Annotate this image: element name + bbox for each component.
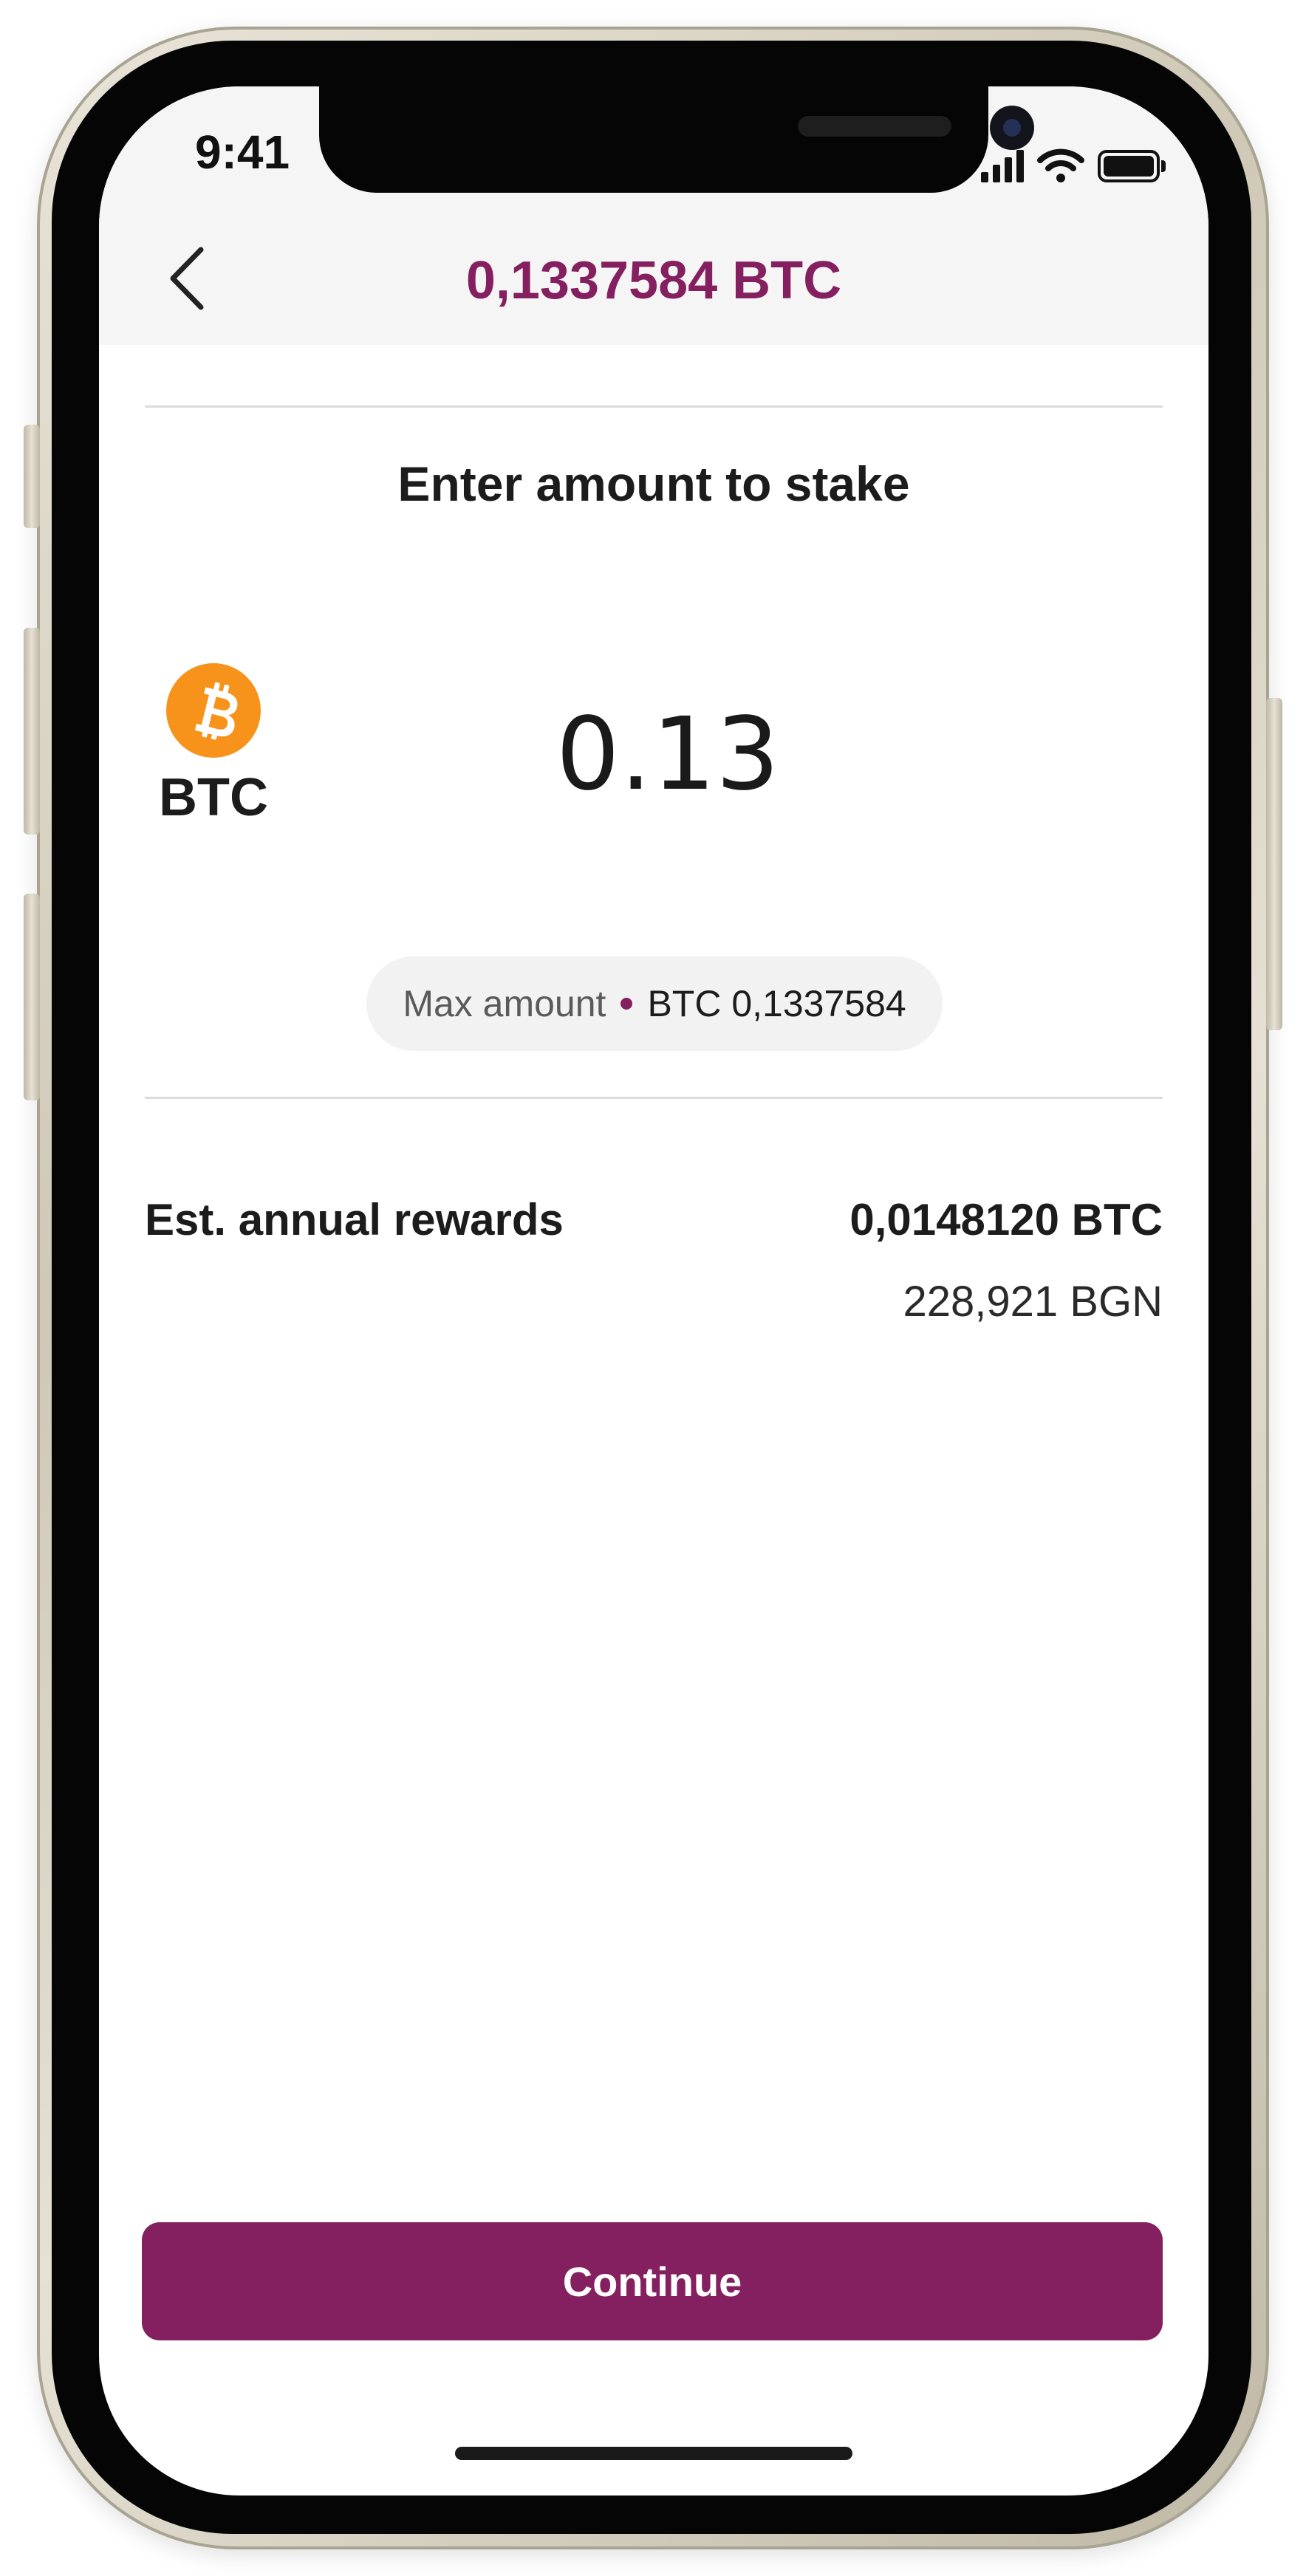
wifi-icon [1037, 148, 1084, 182]
rewards-crypto-value: 0,0148120 BTC [849, 1195, 1163, 1244]
volume-down-button [24, 894, 40, 1100]
header-bar: 0,1337584 BTC [99, 212, 1208, 345]
status-time: 9:41 [195, 126, 290, 179]
home-indicator [455, 2447, 852, 2460]
power-button [1266, 698, 1282, 1030]
separator-dot [620, 998, 633, 1010]
notch [319, 86, 1034, 193]
bitcoin-icon [166, 663, 261, 758]
signal-icon [981, 148, 1024, 182]
coin-selector: BTC [151, 662, 276, 828]
speaker-grille [798, 116, 951, 137]
divider [145, 1097, 1163, 1099]
battery-icon [1098, 150, 1166, 182]
app-screen: 9:41 0,1337584 BTC Enter amount to stake… [99, 86, 1208, 2496]
rewards-fiat-value: 228,921 BGN [903, 1278, 1163, 1326]
stake-title: Enter amount to stake [397, 456, 910, 511]
rewards-label: Est. annual rewards [145, 1195, 564, 1244]
max-amount-chip[interactable]: Max amount BTC 0,1337584 [366, 956, 943, 1051]
amount-input[interactable] [439, 685, 897, 825]
max-amount-value: BTC 0,1337584 [647, 983, 906, 1024]
max-amount-label: Max amount [403, 983, 606, 1024]
silent-switch [24, 425, 40, 528]
page-title: 0,1337584 BTC [465, 251, 842, 310]
status-bar: 9:41 [99, 86, 1208, 212]
continue-button[interactable]: Continue [142, 2222, 1163, 2340]
volume-up-button [24, 628, 40, 835]
status-icons [981, 138, 1166, 182]
divider [145, 405, 1163, 408]
coin-symbol: BTC [159, 768, 268, 827]
